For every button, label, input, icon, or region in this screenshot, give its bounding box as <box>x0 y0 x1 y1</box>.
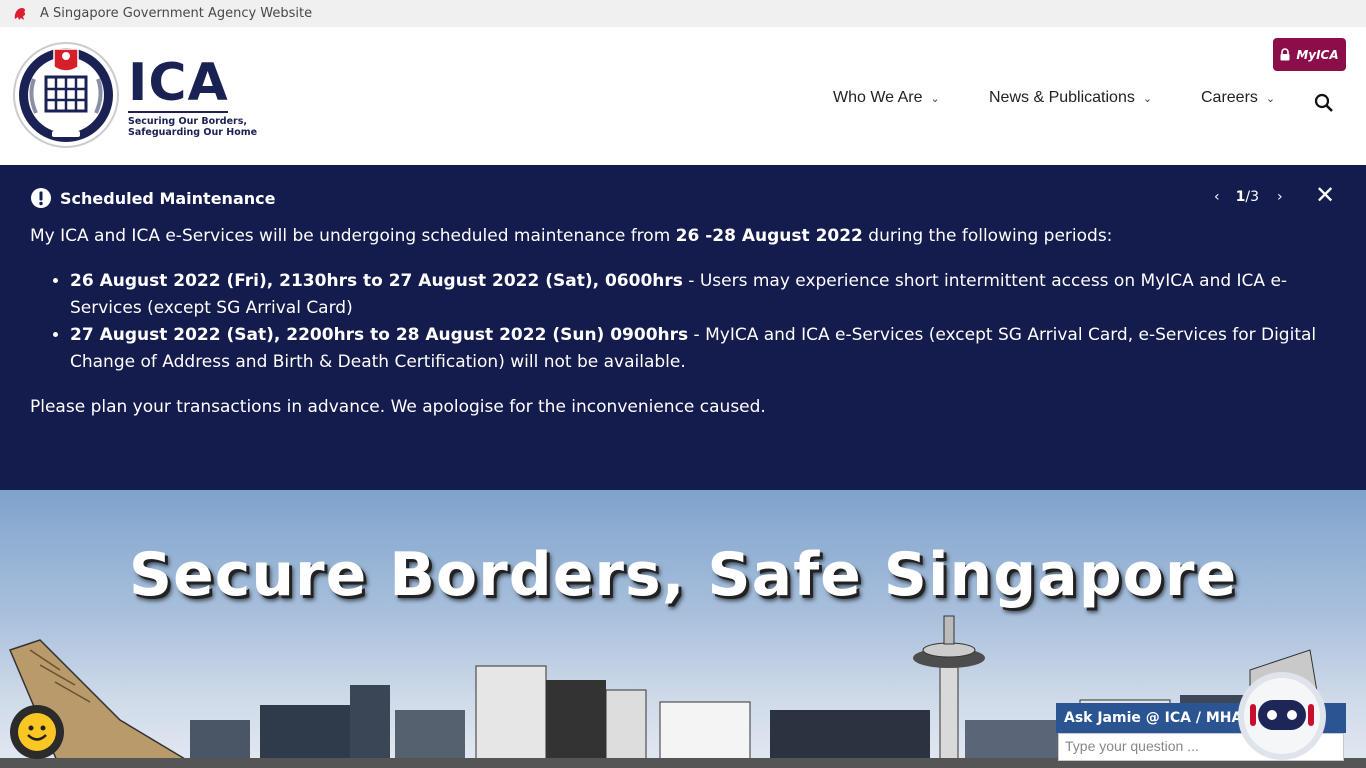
nav-label: News & Publications <box>989 89 1135 106</box>
close-icon[interactable]: ✕ <box>1315 183 1335 207</box>
maintenance-periods: 26 August 2022 (Fri), 2130hrs to 27 Augu… <box>70 268 1330 376</box>
banner-intro: My ICA and ICA e-Services will be underg… <box>30 223 1330 250</box>
period-dates: 26 August 2022 (Fri), 2130hrs to 27 Augu… <box>70 271 683 291</box>
intro-text: My ICA and ICA e-Services will be underg… <box>30 226 676 246</box>
chevron-left-icon[interactable]: ‹ <box>1208 189 1226 205</box>
site-header: ICA Securing Our Borders, Safeguarding O… <box>0 27 1366 165</box>
chevron-right-icon[interactable]: › <box>1271 189 1289 205</box>
lock-icon <box>1280 48 1290 61</box>
period-dates: 27 August 2022 (Sat), 2200hrs to 28 Augu… <box>70 325 689 345</box>
main-nav: Who We Are ⌄ News & Publications ⌄ Caree… <box>0 89 1366 113</box>
search-icon[interactable] <box>1313 92 1335 114</box>
banner-body: My ICA and ICA e-Services will be underg… <box>30 223 1330 421</box>
chevron-down-icon: ⌄ <box>1142 92 1153 105</box>
feedback-smiley-button[interactable] <box>10 705 64 759</box>
logo-tagline-2: Safeguarding Our Home <box>128 127 258 138</box>
nav-careers[interactable]: Careers ⌄ <box>1201 89 1275 107</box>
masthead-text: A Singapore Government Agency Website <box>40 6 313 21</box>
banner-title-text: Scheduled Maintenance <box>60 188 276 208</box>
banner-pager: ‹ 1 /3 › <box>1208 189 1289 205</box>
list-item: 26 August 2022 (Fri), 2130hrs to 27 Augu… <box>70 268 1330 322</box>
maintenance-banner: Scheduled Maintenance ‹ 1 /3 › ✕ My ICA … <box>0 165 1366 490</box>
nav-who-we-are[interactable]: Who We Are ⌄ <box>833 89 940 107</box>
myica-label: MyICA <box>1296 47 1339 62</box>
exclamation-icon <box>31 188 51 208</box>
nav-news-publications[interactable]: News & Publications ⌄ <box>989 89 1152 107</box>
logo-tagline-1: Securing Our Borders, <box>128 116 247 127</box>
intro-text-end: during the following periods: <box>862 226 1113 246</box>
myica-button[interactable]: MyICA <box>1273 38 1346 71</box>
intro-dates: 26 -28 August 2022 <box>675 226 863 246</box>
gov-masthead: A Singapore Government Agency Website <box>0 0 1366 27</box>
banner-title: Scheduled Maintenance <box>30 187 275 209</box>
hero-title: Secure Borders, Safe Singapore <box>128 540 1238 610</box>
nav-label: Who We Are <box>833 89 923 106</box>
robot-avatar-icon[interactable] <box>1236 670 1328 762</box>
chevron-down-icon: ⌄ <box>930 92 940 105</box>
nav-label: Careers <box>1201 89 1258 106</box>
list-item: 27 August 2022 (Sat), 2200hrs to 28 Augu… <box>70 322 1330 376</box>
lion-head-icon <box>14 7 26 20</box>
pager-current: 1 <box>1235 189 1246 205</box>
smiley-icon <box>18 713 56 751</box>
banner-closing: Please plan your transactions in advance… <box>30 397 766 417</box>
chevron-down-icon: ⌄ <box>1265 92 1276 105</box>
pager-total: /3 <box>1245 189 1259 205</box>
